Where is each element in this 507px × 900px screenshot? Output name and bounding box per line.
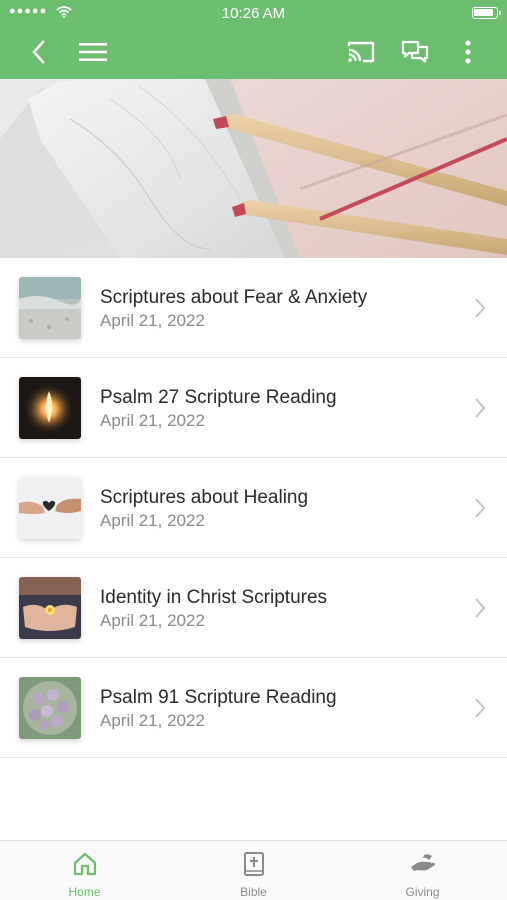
hamburger-menu-icon <box>79 43 107 61</box>
list-item[interactable]: Psalm 27 Scripture Reading April 21, 202… <box>0 358 507 458</box>
tab-label: Home <box>68 885 101 899</box>
cast-icon <box>347 41 375 63</box>
readings-list: Scriptures about Fear & Anxiety April 21… <box>0 258 507 758</box>
item-date: April 21, 2022 <box>100 311 205 330</box>
list-item[interactable]: Scriptures about Healing April 21, 2022 <box>0 458 507 558</box>
thumbnail-fire-light <box>19 377 81 439</box>
tab-label: Giving <box>405 885 440 899</box>
list-item[interactable]: Psalm 91 Scripture Reading April 21, 202… <box>0 658 507 758</box>
tab-home[interactable]: Home <box>0 841 169 900</box>
chevron-left-icon <box>32 40 45 64</box>
more-button[interactable] <box>458 34 478 70</box>
status-bar: ●●●●● 10:26 AM <box>0 0 507 26</box>
app-bar: ●●●●● 10:26 AM <box>0 0 507 79</box>
menu-button[interactable] <box>78 34 108 70</box>
back-button[interactable] <box>24 34 52 70</box>
item-date: April 21, 2022 <box>100 411 205 430</box>
item-title: Identity in Christ Scriptures <box>100 587 328 608</box>
chevron-right-icon <box>475 398 486 418</box>
tab-giving[interactable]: Giving <box>338 841 507 900</box>
thumbnail-hands-heart <box>19 477 81 539</box>
status-time: 10:26 AM <box>221 5 286 22</box>
item-title: Psalm 27 Scripture Reading <box>100 387 337 408</box>
item-title: Scriptures about Healing <box>100 487 309 508</box>
thumbnail-beach-water <box>19 277 81 339</box>
item-title: Scriptures about Fear & Anxiety <box>100 287 368 308</box>
bottom-tab-bar: Home Bible Giving <box>0 840 507 900</box>
hero-image <box>0 79 507 258</box>
giving-hand-icon <box>411 854 435 871</box>
item-date: April 21, 2022 <box>100 511 205 530</box>
chat-bubbles-icon <box>401 40 429 63</box>
thumbnail-hands-flower <box>19 577 81 639</box>
item-date: April 21, 2022 <box>100 611 205 630</box>
chevron-right-icon <box>475 498 486 518</box>
chevron-right-icon <box>475 698 486 718</box>
tab-label: Bible <box>240 885 267 899</box>
chevron-right-icon <box>475 298 486 318</box>
chevron-right-icon <box>475 598 486 618</box>
home-icon <box>73 852 97 876</box>
item-date: April 21, 2022 <box>100 711 205 730</box>
item-title: Psalm 91 Scripture Reading <box>100 687 337 708</box>
more-vertical-icon <box>465 40 471 64</box>
thumbnail-flowers-bowl <box>19 677 81 739</box>
tab-bible[interactable]: Bible <box>169 841 338 900</box>
battery-icon <box>472 7 501 19</box>
cast-button[interactable] <box>344 34 378 70</box>
chat-button[interactable] <box>398 34 432 70</box>
list-item[interactable]: Scriptures about Fear & Anxiety April 21… <box>0 258 507 358</box>
list-item[interactable]: Identity in Christ Scriptures April 21, … <box>0 558 507 658</box>
bible-icon <box>244 852 264 876</box>
